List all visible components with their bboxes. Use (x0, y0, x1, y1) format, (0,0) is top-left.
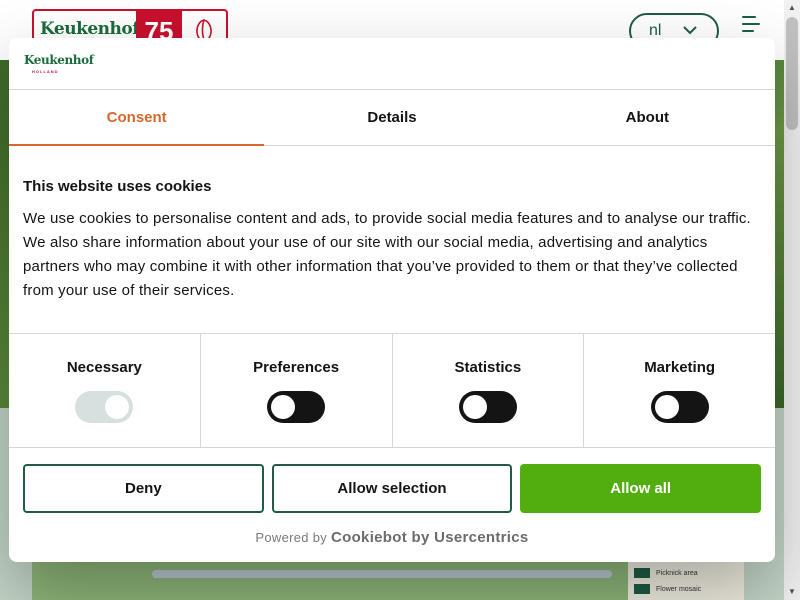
cookie-consent-dialog: Keukenhof HOLLAND Consent Details About … (9, 38, 775, 562)
consent-body: This website uses cookies We use cookies… (9, 146, 775, 334)
tab-details[interactable]: Details (264, 90, 519, 145)
allow-all-button[interactable]: Allow all (520, 464, 761, 513)
category-statistics: Statistics (393, 334, 585, 447)
marketing-toggle[interactable] (650, 391, 709, 423)
powered-by: Powered by Cookiebot by Usercentrics (9, 529, 775, 546)
map-path (152, 570, 612, 578)
necessary-toggle (75, 391, 134, 423)
scroll-down-icon[interactable]: ▼ (788, 588, 796, 596)
category-preferences: Preferences (201, 334, 393, 447)
legend-item: Picknick area (656, 569, 698, 577)
scroll-up-icon[interactable]: ▲ (788, 4, 796, 12)
flower-mosaic-icon (634, 584, 650, 594)
legend-item: Flower mosaic (656, 585, 702, 593)
scrollbar-thumb[interactable] (786, 17, 798, 130)
category-label: Statistics (454, 359, 522, 376)
dialog-logo: Keukenhof (24, 53, 94, 67)
dialog-buttons: Deny Allow selection Allow all (9, 448, 775, 513)
allow-selection-button[interactable]: Allow selection (271, 464, 513, 513)
consent-text: We use cookies to personalise content an… (23, 210, 751, 299)
dialog-logo-subtitle: HOLLAND (32, 69, 59, 74)
picnic-icon (634, 568, 650, 578)
consent-title: This website uses cookies (23, 178, 212, 195)
category-marketing: Marketing (584, 334, 775, 447)
tab-consent[interactable]: Consent (9, 90, 265, 146)
statistics-toggle[interactable] (458, 391, 517, 423)
category-label: Necessary (66, 359, 142, 376)
deny-button[interactable]: Deny (23, 464, 264, 513)
dialog-tabs: Consent Details About (9, 90, 775, 146)
category-switches: Necessary Preferences Statistics Marketi… (9, 334, 775, 448)
category-necessary: Necessary (9, 334, 201, 447)
dialog-header: Keukenhof HOLLAND (9, 38, 775, 90)
preferences-toggle[interactable] (267, 391, 326, 423)
powered-by-prefix: Powered by (255, 530, 328, 545)
category-label: Preferences (253, 359, 340, 376)
map-legend: Picknick area Flower mosaic (628, 562, 744, 600)
powered-by-brand-link[interactable]: Cookiebot by Usercentrics (331, 529, 529, 546)
hamburger-menu-icon[interactable] (742, 16, 760, 32)
category-label: Marketing (644, 359, 716, 376)
tab-about[interactable]: About (520, 90, 775, 145)
page-scrollbar[interactable]: ▲ ▼ (784, 0, 800, 600)
park-map: Picknick area Flower mosaic (32, 560, 744, 600)
